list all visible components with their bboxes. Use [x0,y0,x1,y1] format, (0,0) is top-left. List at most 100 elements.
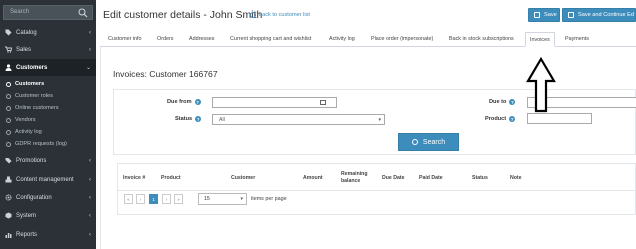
page-size-select[interactable]: 15 ▾ [198,193,247,205]
sidebar-item-content-management[interactable]: Content management ‹ [0,171,96,188]
search-button[interactable]: Search [398,133,459,151]
invoices-title: Invoices: Customer 166767 [113,69,218,79]
sidebar-item-label: Catalog [16,29,37,36]
tab-invoices[interactable]: Invoices [525,32,555,47]
help-icon[interactable]: ? [194,99,201,105]
chevron-left-icon: ‹ [89,231,91,238]
save-label: Save [544,12,557,18]
tab-shopping-cart[interactable]: Current shopping cart and wishlist [230,36,311,47]
save-continue-label: Save and Continue Ed [578,12,634,18]
chevron-left-icon: ‹ [89,212,91,219]
sidebar-item-configuration[interactable]: Configuration ‹ [0,189,96,206]
caret-down-icon: ▾ [378,117,381,123]
sidebar-item-system[interactable]: System ‹ [0,207,96,224]
due-from-input[interactable] [212,97,337,108]
sidebar-sub-label: GDPR requests (log) [15,141,67,147]
sidebar-sub-online-customers[interactable]: Online customers [0,102,96,114]
chevron-left-icon: ‹ [89,46,91,53]
status-value: All [219,117,225,123]
floppy-icon [568,12,574,18]
tab-payments[interactable]: Payments [565,36,589,47]
sidebar-item-label: Sales [16,46,32,53]
pager-first[interactable]: « [124,194,133,204]
col-status[interactable]: Status [472,175,488,182]
search-icon[interactable] [78,8,88,18]
floppy-icon [534,12,540,18]
pager-last[interactable]: » [174,194,183,204]
tab-activity-log[interactable]: Activity log [329,36,355,47]
product-text: Product [485,116,507,122]
pager-prev[interactable]: ‹ [136,194,145,204]
sidebar-sub-label: Online customers [15,105,59,111]
sidebar-item-reports[interactable]: Reports ‹ [0,226,96,243]
sidebar-item-label: Content management [16,176,74,183]
status-select[interactable]: All ▾ [212,114,385,125]
tab-place-order[interactable]: Place order (impersonate) [371,36,433,47]
tab-back-in-stock[interactable]: Back in stock subscriptions [449,36,514,47]
col-due-date[interactable]: Due Date [382,175,405,182]
sidebar-sub-label: Customers [15,81,45,87]
sidebar-item-label: System [16,212,37,219]
sidebar: Search Catalog ‹ Sales ‹ Customers ⌄ Cus… [0,0,96,249]
col-paid-date[interactable]: Paid Date [419,175,443,182]
sidebar-sub-gdpr-requests[interactable]: GDPR requests (log) [0,138,96,150]
col-amount[interactable]: Amount [303,175,323,182]
back-link-label: back to customer list [259,12,310,18]
gears-icon [5,194,12,201]
search-button-label: Search [422,138,446,146]
items-per-page-label: items per page [251,196,287,202]
sidebar-item-label: Configuration [16,194,52,201]
arrow-circle-left-icon [250,12,256,18]
tag-icon [5,29,12,36]
circle-icon [6,93,11,99]
sidebar-item-customers[interactable]: Customers ⌄ [0,59,96,76]
invoices-grid [117,163,636,215]
sidebar-sub-label: Vendors [15,117,36,123]
help-icon[interactable]: ? [509,99,516,105]
status-text: Status [175,116,193,122]
pager-current-page[interactable]: 1 [149,194,158,204]
due-from-label: Due from ? [167,99,201,105]
tab-customer-info[interactable]: Customer info [108,36,142,47]
col-remaining-balance[interactable]: Remaining balance [341,171,375,185]
annotation-arrow-icon [526,57,556,113]
col-note[interactable]: Note [510,175,522,182]
product-input[interactable] [527,113,592,124]
col-invoice-number[interactable]: Invoice # [123,175,145,182]
pager-next[interactable]: › [162,194,171,204]
product-label: Product ? [485,116,516,122]
sidebar-item-label: Customers [16,64,48,71]
back-to-list-link[interactable]: back to customer list [250,12,310,18]
calendar-icon[interactable] [320,100,326,105]
search-icon [411,139,418,145]
help-icon[interactable]: ? [509,116,516,122]
due-to-text: Due to [489,99,507,105]
circle-icon [6,117,11,123]
due-to-label: Due to ? [489,99,516,105]
sidebar-sub-customer-roles[interactable]: Customer roles [0,90,96,102]
sidebar-item-label: Promotions [16,157,47,164]
help-icon[interactable]: ? [195,116,202,122]
tab-orders[interactable]: Orders [157,36,173,47]
bar-chart-icon [5,233,12,238]
circle-icon [6,81,11,87]
sidebar-sub-vendors[interactable]: Vendors [0,114,96,126]
sidebar-sub-activity-log[interactable]: Activity log [0,126,96,138]
circle-icon [6,129,11,135]
tags-icon [5,158,12,164]
chevron-left-icon: ‹ [89,176,91,183]
circle-icon [6,141,11,147]
sidebar-search-input[interactable]: Search [3,5,93,20]
sidebar-item-catalog[interactable]: Catalog ‹ [0,24,96,41]
sidebar-item-promotions[interactable]: Promotions ‹ [0,152,96,169]
col-customer[interactable]: Customer [231,175,255,182]
sidebar-item-sales[interactable]: Sales ‹ [0,41,96,58]
chevron-left-icon: ‹ [89,194,91,201]
status-label: Status ? [175,116,202,122]
tab-addresses[interactable]: Addresses [189,36,214,47]
cubes-icon [5,176,12,183]
save-button[interactable]: Save [528,8,560,22]
col-product[interactable]: Product [161,175,181,182]
save-continue-button[interactable]: Save and Continue Ed [562,8,636,22]
sidebar-sub-customers[interactable]: Customers [0,78,96,90]
